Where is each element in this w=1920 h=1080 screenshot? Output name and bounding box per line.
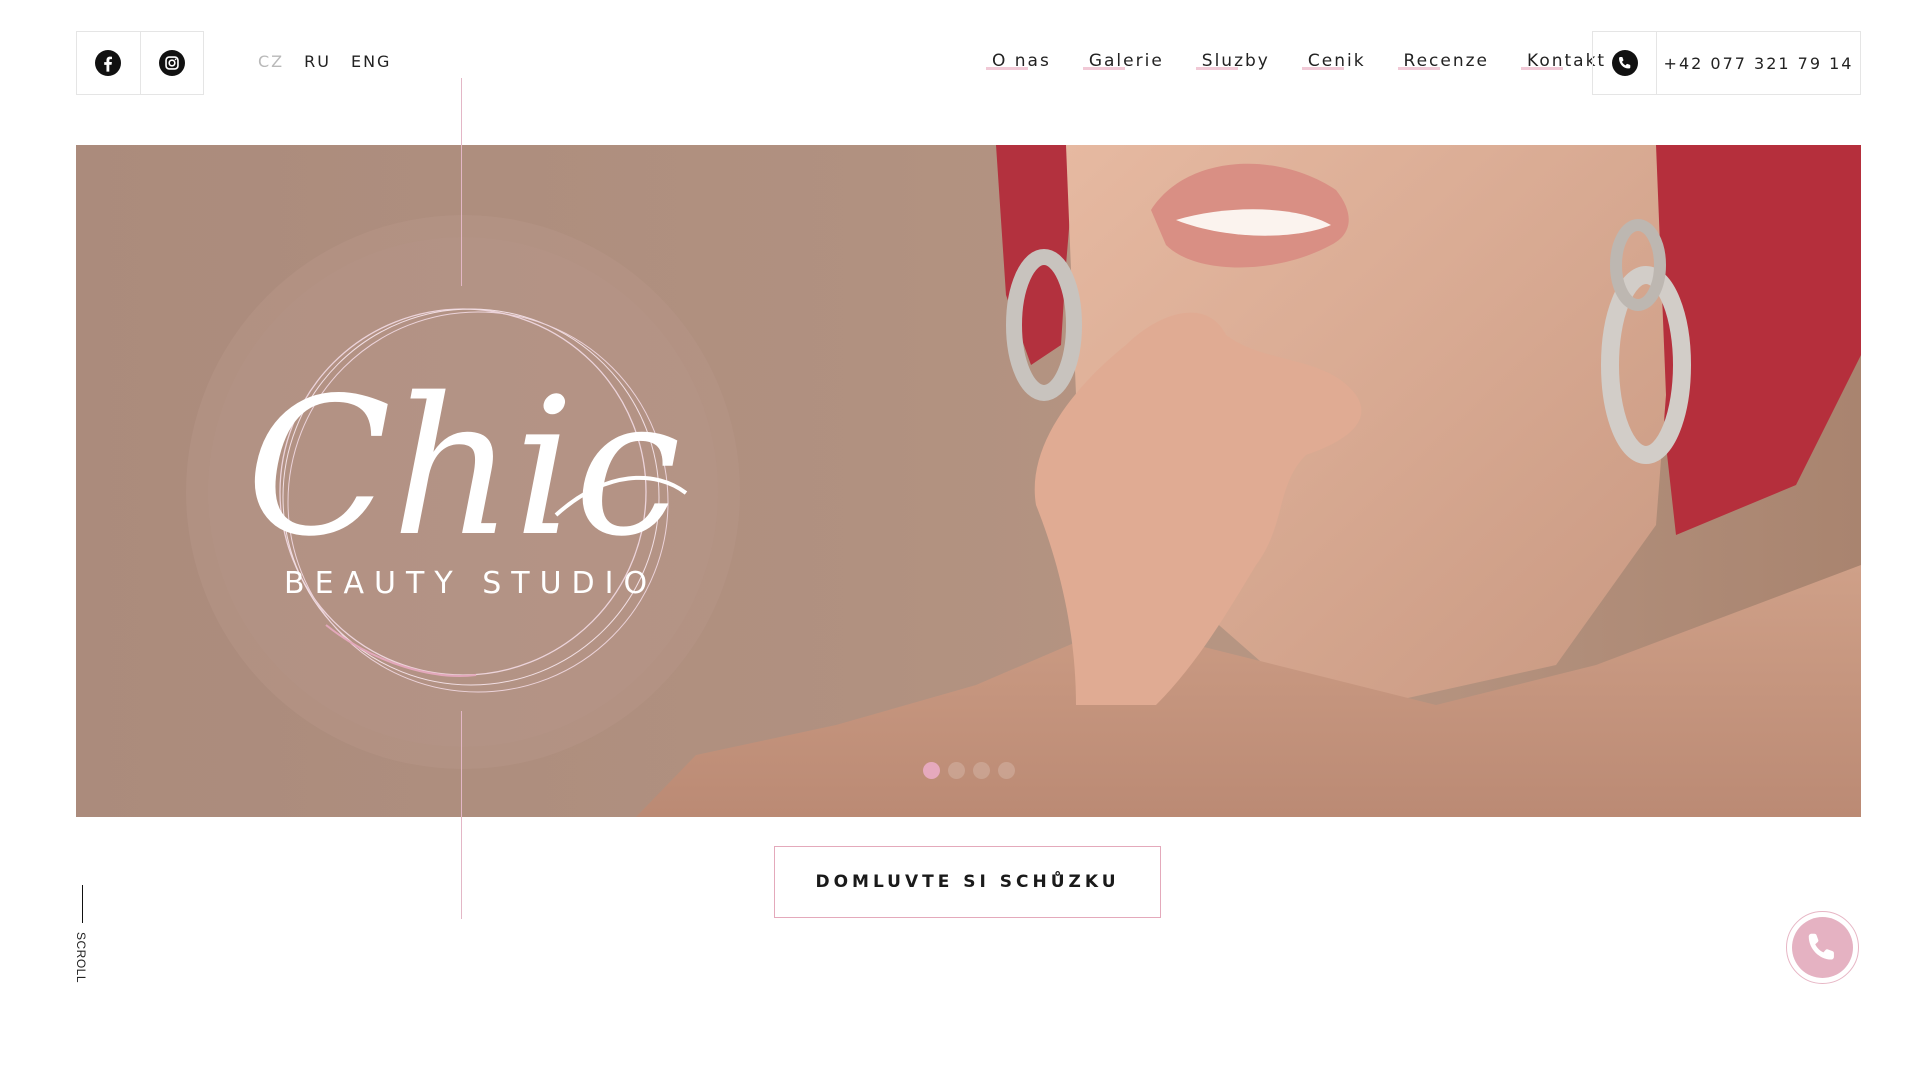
phone-number[interactable]: +42 077 321 79 14	[1657, 32, 1860, 94]
slider-pagination	[923, 762, 1015, 779]
nav-item-o-nas[interactable]: O nas	[986, 51, 1053, 71]
hero-slider: Chic BEAUTY STUDIO	[76, 145, 1861, 817]
scroll-indicator[interactable]: SCROLL	[74, 932, 88, 983]
page: CZ RU ENG O nas Galerie Sluzby Cenik Rec…	[0, 0, 1920, 1080]
nav-item-cenik[interactable]: Cenik	[1301, 51, 1368, 71]
phone-icon	[1808, 933, 1834, 960]
lang-cz[interactable]: CZ	[258, 52, 284, 71]
phone-icon	[1611, 50, 1638, 76]
facebook-link[interactable]	[77, 32, 140, 94]
nav-item-sluzby[interactable]: Sluzby	[1195, 51, 1272, 71]
language-switcher: CZ RU ENG	[258, 52, 391, 71]
accent-line-bottom	[461, 711, 462, 919]
floating-call-inner	[1792, 917, 1853, 978]
instagram-link[interactable]	[139, 32, 203, 94]
main-nav: O nas Galerie Sluzby Cenik Recenze Konta…	[986, 51, 1608, 71]
facebook-icon	[95, 50, 122, 76]
phone-icon-cell	[1593, 32, 1657, 94]
nav-item-recenze[interactable]: Recenze	[1397, 51, 1491, 71]
floating-call-button[interactable]	[1786, 911, 1859, 984]
book-appointment-button[interactable]: DOMLUVTE SI SCHŮZKU	[774, 846, 1161, 918]
slide-dot-4[interactable]	[998, 762, 1015, 779]
accent-line-top	[461, 78, 462, 286]
logo-graphic: Chic BEAUTY STUDIO	[246, 357, 688, 601]
logo-script: Chic	[246, 357, 681, 578]
scroll-line	[82, 885, 83, 923]
phone-contact[interactable]: +42 077 321 79 14	[1592, 31, 1861, 95]
nav-item-galerie[interactable]: Galerie	[1082, 51, 1166, 71]
slide-dot-2[interactable]	[948, 762, 965, 779]
slide-dot-1[interactable]	[923, 762, 940, 779]
instagram-icon	[158, 50, 185, 76]
social-links	[76, 31, 204, 95]
slide-dot-3[interactable]	[973, 762, 990, 779]
brand-logo: Chic BEAUTY STUDIO	[186, 215, 740, 769]
lang-ru[interactable]: RU	[304, 52, 331, 71]
logo-subtitle: BEAUTY STUDIO	[284, 566, 657, 601]
lang-eng[interactable]: ENG	[351, 52, 391, 71]
